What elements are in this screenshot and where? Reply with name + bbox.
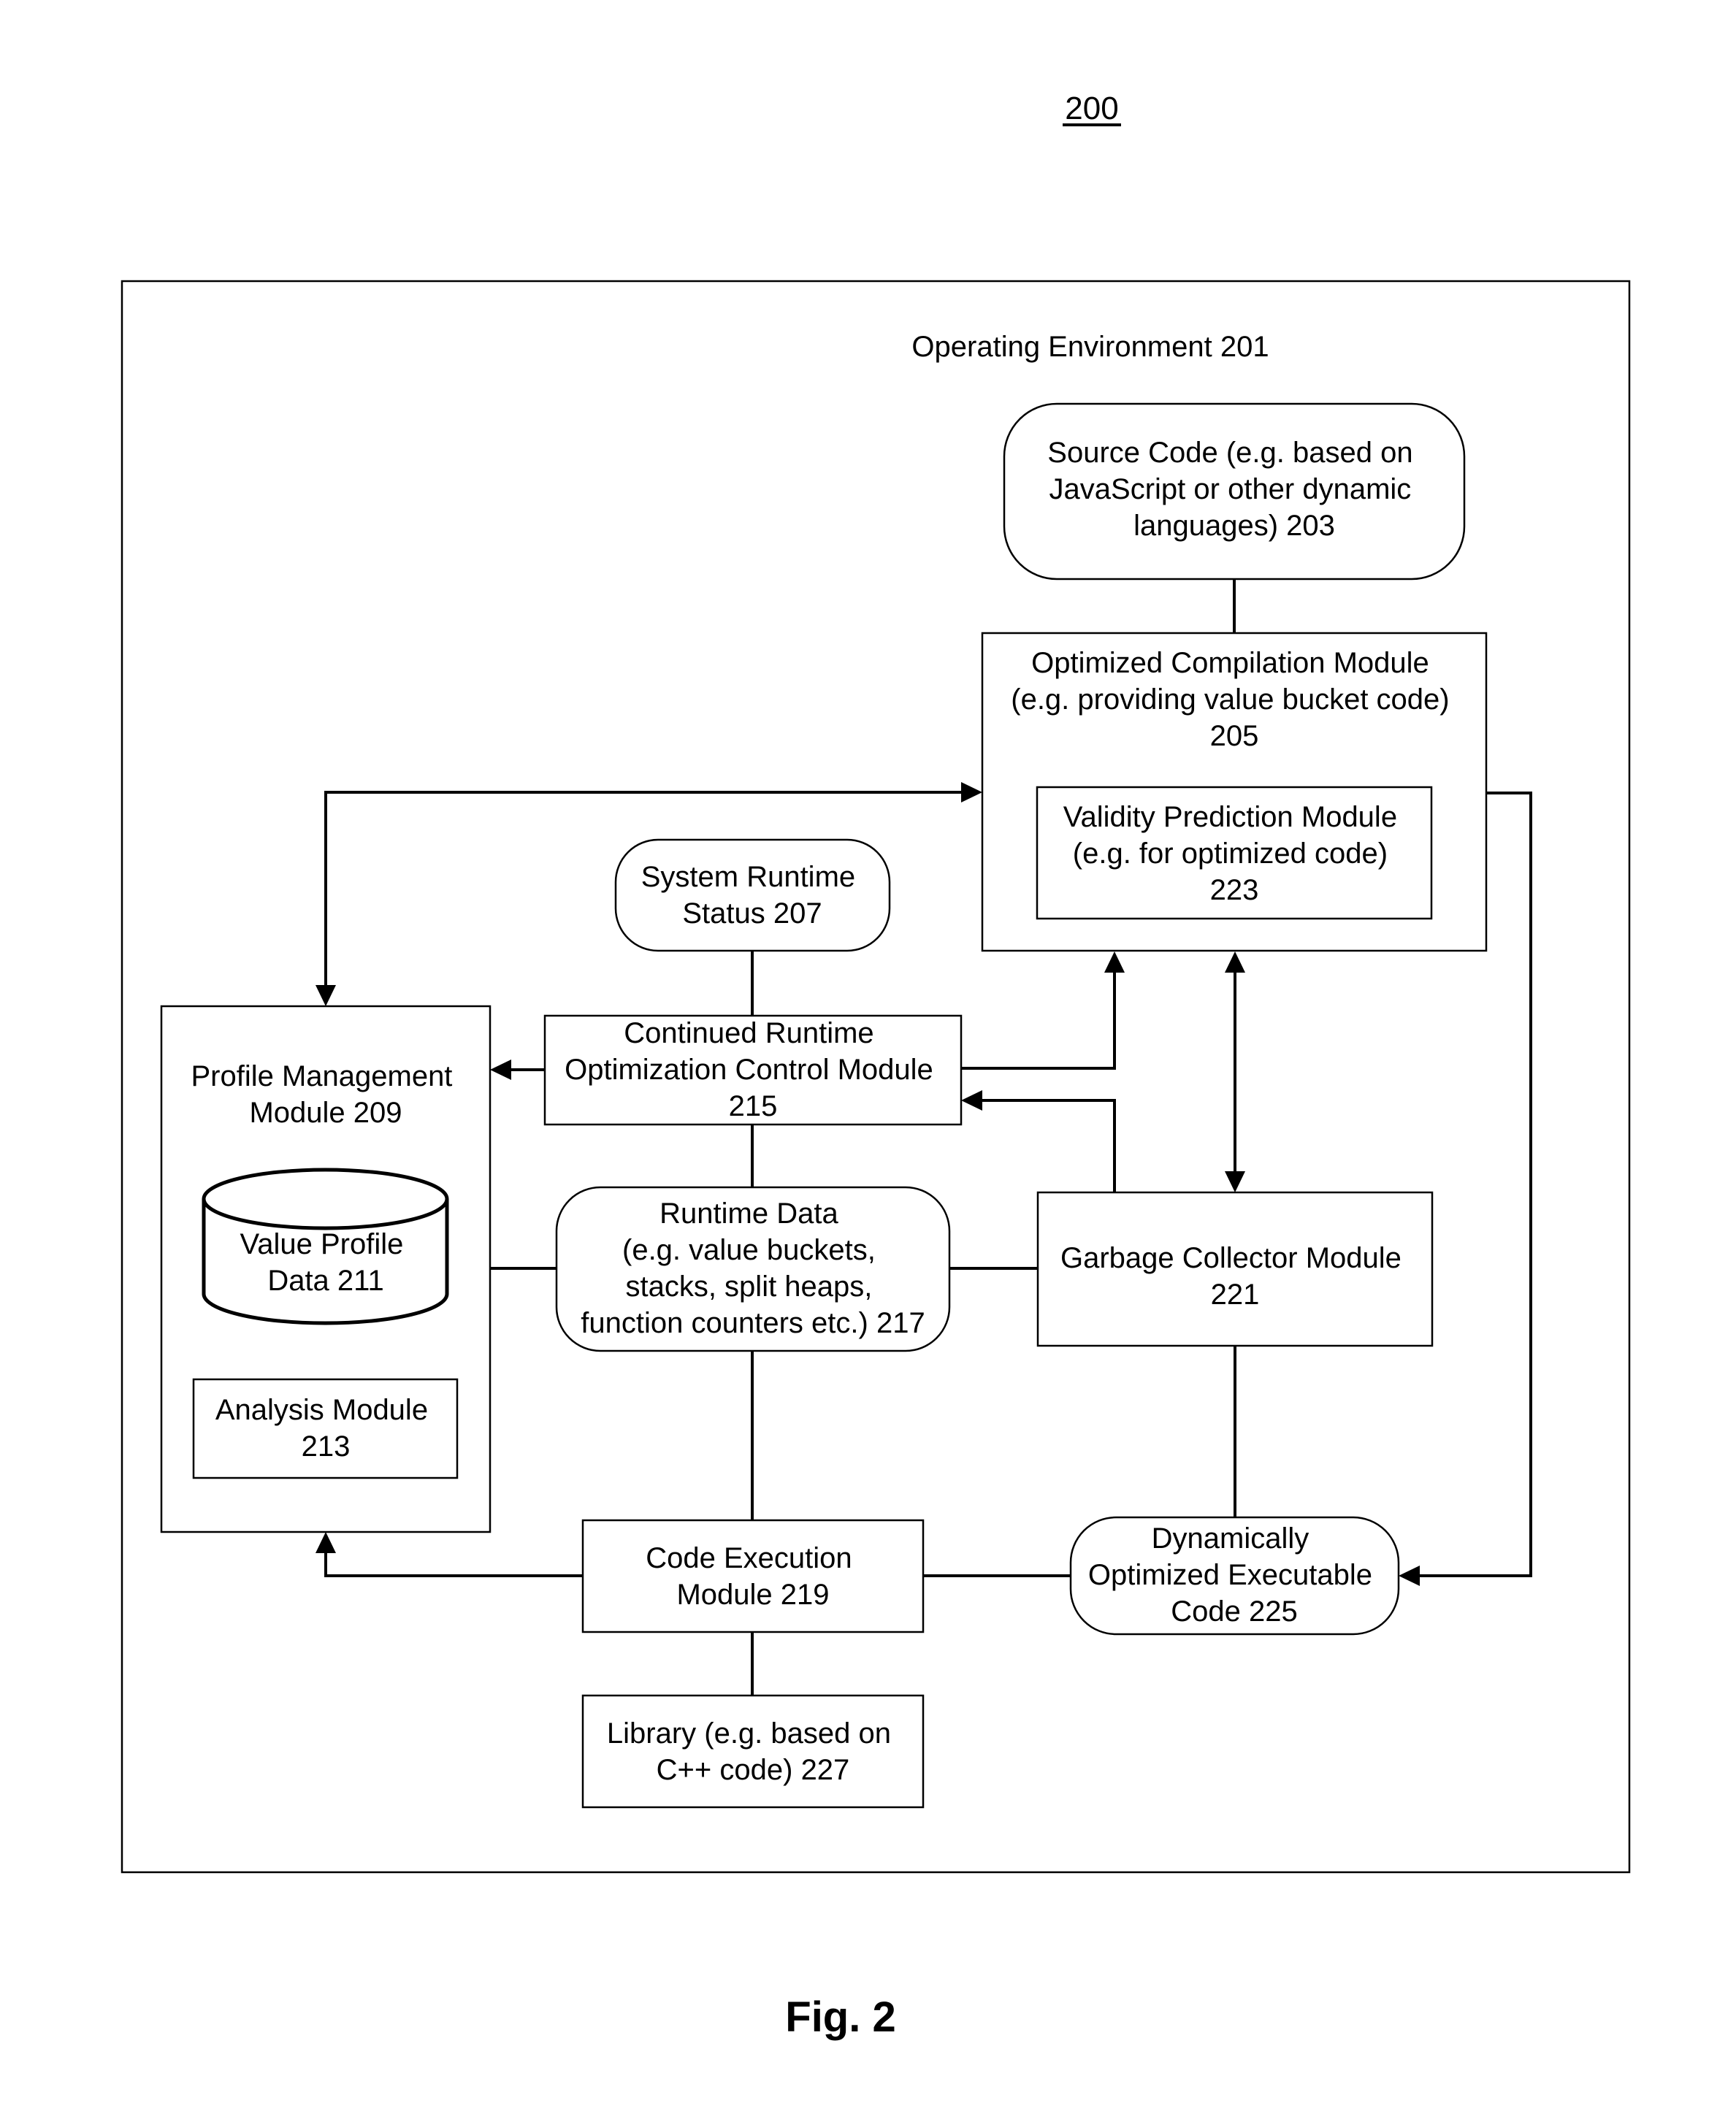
figure-number: 200 (1065, 91, 1118, 126)
arrowhead-into-compilation-bottom (1104, 951, 1125, 973)
node-code-execution: Code Execution Module 219 (581, 1519, 925, 1633)
node-garbage-collector: Garbage Collector Module 221 (1036, 1191, 1434, 1347)
arrowhead-into-continued-right (961, 1090, 982, 1111)
figure-diagram: 200 Operating Environment 201 Source Cod… (121, 91, 1631, 2041)
arrowhead-into-profile-bottom (316, 1532, 336, 1553)
node-validity-prediction: Validity Prediction Module (e.g. for opt… (1036, 786, 1433, 920)
node-source-code: Source Code (e.g. based on JavaScript or… (1003, 402, 1466, 581)
edge-continued-to-compilation (961, 971, 1116, 1070)
database-cylinder-top (202, 1168, 449, 1230)
arrowhead-into-profile-right (490, 1060, 511, 1080)
arrowhead-into-dynamic-code (1399, 1566, 1420, 1586)
edge-code-exec-to-profile (324, 1552, 583, 1577)
operating-environment-label: Operating Environment 201 (911, 331, 1269, 363)
arrowhead-into-compilation-left (961, 782, 982, 802)
figure-caption: Fig. 2 (785, 1993, 895, 2041)
node-runtime-data: Runtime Data (e.g. value buckets, stacks… (555, 1186, 951, 1352)
node-analysis-module: Analysis Module 213 (192, 1378, 459, 1479)
node-continued-runtime: Continued Runtime Optimization Control M… (543, 1014, 963, 1126)
edge-gc-to-continued (981, 1099, 1116, 1192)
node-dynamically-optimized-code: Dynamically Optimized Executable Code 22… (1069, 1516, 1400, 1636)
node-library: Library (e.g. based on C++ code) 227 (581, 1694, 925, 1809)
arrowhead-into-compilation-bottom-2 (1225, 951, 1245, 973)
arrowhead-into-profile-top (316, 985, 336, 1006)
node-value-profile-data: Value Profile Data 211 (202, 1168, 449, 1325)
node-system-runtime-status: System Runtime Status 207 (614, 838, 891, 952)
arrowhead-into-gc-top (1225, 1171, 1245, 1192)
